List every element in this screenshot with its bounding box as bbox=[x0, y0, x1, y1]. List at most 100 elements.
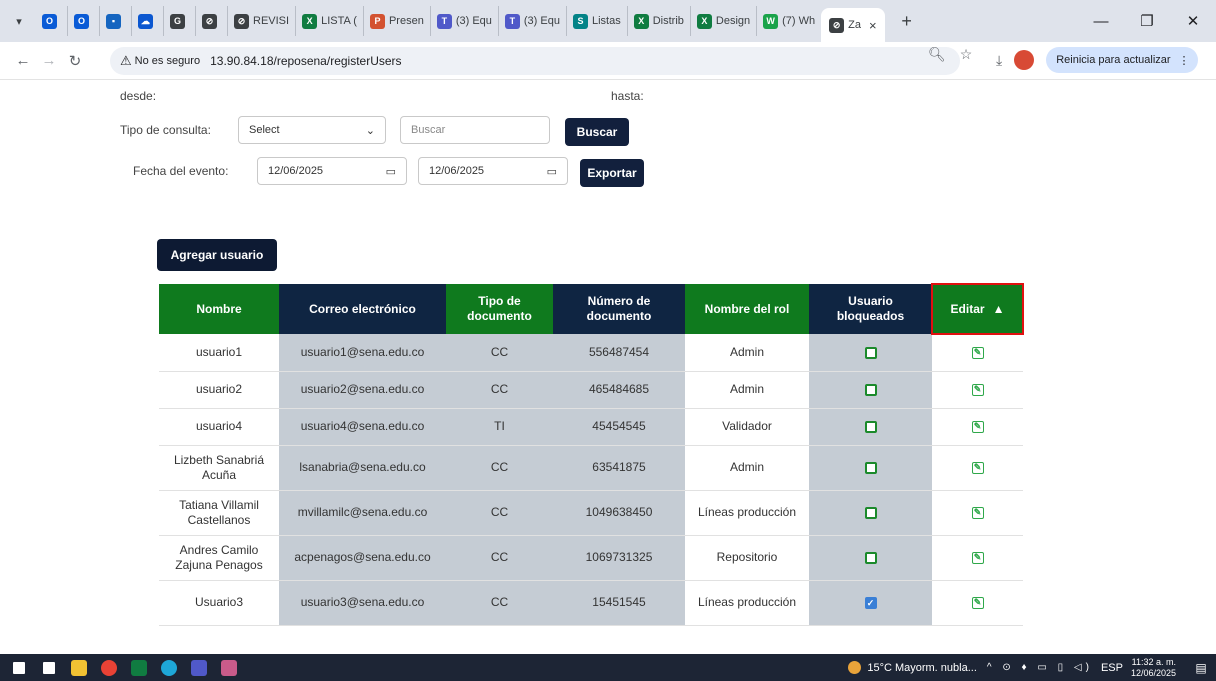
blocked-checkbox[interactable] bbox=[864, 346, 877, 359]
reload-icon[interactable]: ↻ bbox=[62, 52, 88, 70]
browser-tab[interactable]: ☁ bbox=[131, 6, 163, 36]
header-editar[interactable]: Editar ▲ bbox=[931, 283, 1024, 335]
chrome-taskbar-icon[interactable] bbox=[94, 654, 124, 681]
bookmark-star-icon[interactable]: ☆ bbox=[960, 46, 973, 63]
browser-tab[interactable]: ⊘ REVISI bbox=[227, 6, 295, 36]
add-user-button[interactable]: Agregar usuario bbox=[157, 239, 277, 271]
clock[interactable]: 11:32 a. m. 12/06/2025 bbox=[1131, 657, 1176, 679]
browser-tab[interactable]: T (3) Equ bbox=[429, 6, 498, 36]
minimize-button[interactable]: — bbox=[1078, 13, 1124, 30]
restore-button[interactable]: ❐ bbox=[1124, 12, 1170, 30]
calendar-icon[interactable]: ▭ bbox=[547, 165, 557, 178]
profile-avatar[interactable] bbox=[1014, 50, 1035, 70]
taskbar-apps bbox=[4, 654, 244, 681]
tab-favicon-icon: T bbox=[504, 13, 520, 29]
browser-tab[interactable]: P Presen bbox=[362, 6, 430, 36]
tray-icons[interactable]: ^ ⊙ ♦ ▭ ▯ ◁) bbox=[987, 662, 1093, 673]
tab-search-button[interactable]: ▾ bbox=[6, 8, 32, 34]
teams-taskbar-icon[interactable] bbox=[184, 654, 214, 681]
weather-widget[interactable]: 15°C Mayorm. nubla... bbox=[848, 661, 977, 674]
cell-editar: ✎ bbox=[932, 490, 1023, 536]
task-view-taskbar-icon[interactable] bbox=[34, 654, 64, 681]
tab-label: LISTA ( bbox=[321, 15, 357, 27]
excel-taskbar-icon[interactable] bbox=[124, 654, 154, 681]
cell-nombre-rol: Líneas producción bbox=[685, 490, 809, 536]
update-button[interactable]: Reinicia para actualizar ⋮ bbox=[1046, 47, 1198, 73]
edge-taskbar-icon[interactable] bbox=[154, 654, 184, 681]
zoom-icon[interactable]: 🔍︎ bbox=[928, 46, 946, 63]
export-button[interactable]: Exportar bbox=[580, 159, 644, 187]
tab-active-label: Za bbox=[848, 19, 861, 31]
blocked-checkbox[interactable] bbox=[864, 506, 877, 519]
edit-icon[interactable]: ✎ bbox=[971, 506, 984, 519]
tab-favicon-icon: W bbox=[763, 13, 779, 29]
kebab-menu-icon[interactable]: ⋮ bbox=[1179, 54, 1190, 67]
cell-correo: mvillamilc@sena.edu.co bbox=[279, 490, 446, 536]
browser-tab[interactable]: G bbox=[163, 6, 195, 36]
edit-icon[interactable]: ✎ bbox=[971, 596, 984, 609]
browser-tab[interactable]: X Distrib bbox=[626, 6, 690, 36]
file-explorer-taskbar-icon[interactable] bbox=[64, 654, 94, 681]
cell-nombre: Andres Camilo Zajuna Penagos bbox=[159, 535, 279, 581]
url-text[interactable]: 13.90.84.18/reposena/registerUsers bbox=[210, 54, 401, 68]
download-icon[interactable]: ⤓ bbox=[996, 52, 1002, 69]
calendar-icon[interactable]: ▭ bbox=[386, 165, 396, 178]
tab-list: O O ▪ ☁ G ⊘ ⊘ REVISI X LISTA (P Presen T (3) Equ T (3)… bbox=[36, 4, 821, 38]
close-tab-icon[interactable]: × bbox=[869, 18, 877, 33]
header-tipo-documento: Tipo de documento bbox=[446, 284, 553, 334]
browser-tab[interactable]: T (3) Equ bbox=[497, 6, 566, 36]
system-tray: 15°C Mayorm. nubla... ^ ⊙ ♦ ▭ ▯ ◁) ESP 1… bbox=[848, 654, 1216, 681]
tab-favicon-icon: P bbox=[369, 13, 385, 29]
security-indicator[interactable]: ⚠ No es seguro bbox=[120, 53, 200, 69]
edit-icon[interactable]: ✎ bbox=[971, 551, 984, 564]
browser-tab[interactable]: O bbox=[67, 6, 99, 36]
file-explorer-icon bbox=[71, 659, 87, 676]
search-input[interactable]: Buscar bbox=[400, 116, 550, 144]
cell-nombre: Lizbeth Sanabriá Acuña bbox=[159, 445, 279, 491]
browser-tab[interactable]: X LISTA ( bbox=[295, 6, 363, 36]
blocked-checkbox[interactable] bbox=[864, 551, 877, 564]
search-button[interactable]: Buscar bbox=[565, 118, 629, 146]
edit-icon[interactable]: ✎ bbox=[971, 383, 984, 396]
blocked-checkbox[interactable]: ✓ bbox=[864, 596, 877, 609]
date-to-input[interactable]: 12/06/2025 ▭ bbox=[418, 157, 568, 185]
language-indicator[interactable]: ESP bbox=[1101, 662, 1123, 674]
new-tab-button[interactable]: + bbox=[895, 11, 919, 32]
browser-tab[interactable]: S Listas bbox=[565, 6, 627, 36]
browser-tab[interactable]: X Design bbox=[689, 6, 756, 36]
back-icon[interactable]: ← bbox=[10, 52, 36, 69]
start-icon bbox=[13, 661, 25, 674]
table-row: usuario2 usuario2@sena.edu.co CC 465484685 A… bbox=[159, 371, 1023, 409]
cell-correo: acpenagos@sena.edu.co bbox=[279, 535, 446, 581]
tab-active[interactable]: ⊘ Za × bbox=[821, 8, 885, 42]
cell-correo: usuario4@sena.edu.co bbox=[279, 408, 446, 446]
start-taskbar-icon[interactable] bbox=[4, 654, 34, 681]
browser-tab[interactable]: ▪ bbox=[99, 6, 131, 36]
cell-numero-documento: 63541875 bbox=[553, 445, 685, 491]
forward-icon[interactable]: → bbox=[36, 52, 62, 69]
tab-label: Listas bbox=[591, 15, 621, 27]
edit-icon[interactable]: ✎ bbox=[971, 461, 984, 474]
header-nombre-rol: Nombre del rol bbox=[685, 284, 809, 334]
table-row: usuario4 usuario4@sena.edu.co TI 45454545 Va… bbox=[159, 408, 1023, 446]
notifications-icon[interactable]: ▤ bbox=[1186, 661, 1216, 675]
close-window-button[interactable]: ✕ bbox=[1170, 12, 1216, 30]
date-from-input[interactable]: 12/06/2025 ▭ bbox=[257, 157, 407, 185]
cell-numero-documento: 465484685 bbox=[553, 371, 685, 409]
header-usuario-bloqueados: Usuario bloqueados bbox=[809, 284, 932, 334]
tipo-consulta-select[interactable]: Select ⌄ bbox=[238, 116, 386, 144]
browser-tab[interactable]: W (7) Wh bbox=[756, 6, 821, 36]
snipping-taskbar-icon[interactable] bbox=[214, 654, 244, 681]
edit-icon[interactable]: ✎ bbox=[971, 420, 984, 433]
address-bar[interactable]: ⚠ No es seguro 13.90.84.18/reposena/regi… bbox=[110, 47, 960, 75]
cell-usuario-bloqueado bbox=[809, 445, 932, 491]
edit-icon[interactable]: ✎ bbox=[971, 346, 984, 359]
blocked-checkbox[interactable] bbox=[864, 461, 877, 474]
header-editar-label: Editar bbox=[950, 301, 985, 316]
browser-tab[interactable]: ⊘ bbox=[195, 6, 227, 36]
table-row: usuario1 usuario1@sena.edu.co CC 556487454 A… bbox=[159, 334, 1023, 372]
browser-tab[interactable]: O bbox=[36, 6, 67, 36]
blocked-checkbox[interactable] bbox=[864, 420, 877, 433]
select-value: Select bbox=[249, 124, 280, 136]
blocked-checkbox[interactable] bbox=[864, 383, 877, 396]
